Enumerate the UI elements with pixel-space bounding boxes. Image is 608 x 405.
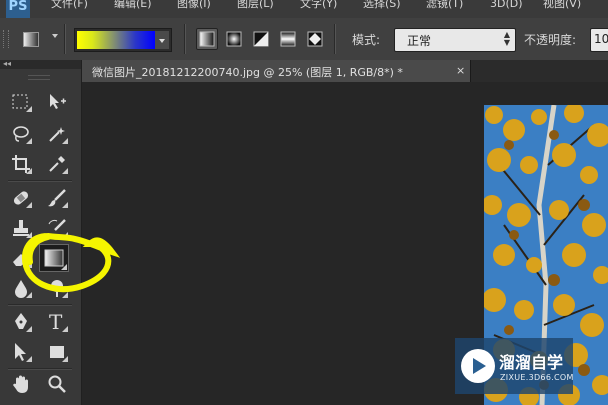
tool-hand[interactable] (8, 372, 34, 396)
tool-blur[interactable] (8, 276, 34, 300)
menu-image[interactable]: 图像(I) (177, 0, 211, 11)
options-divider (334, 24, 336, 54)
gradient-picker[interactable] (74, 28, 172, 52)
tool-lasso[interactable] (8, 122, 34, 146)
menu-view[interactable]: 视图(V) (543, 0, 581, 11)
opacity-input[interactable]: 10 (590, 28, 608, 52)
diamond-gradient-icon (307, 31, 323, 47)
tool-pen[interactable] (8, 310, 34, 334)
gradient-swatch[interactable] (77, 31, 155, 49)
toolbox: ◂◂ T (0, 60, 82, 405)
tool-type[interactable]: T (44, 310, 70, 334)
reflected-gradient-button[interactable] (277, 28, 299, 50)
chevron-down-icon[interactable] (52, 34, 58, 38)
reflected-gradient-icon (280, 31, 296, 47)
tool-path-selection[interactable] (8, 340, 34, 364)
tool-zoom[interactable] (44, 372, 70, 396)
photoshop-logo: PS (6, 0, 30, 18)
hand-icon (13, 375, 28, 393)
menu-edit[interactable]: 编辑(E) (114, 0, 152, 11)
document-tab[interactable]: 微信图片_20181212200740.jpg @ 25% (图层 1, RGB… (82, 60, 471, 82)
document-tab-title: 微信图片_20181212200740.jpg @ 25% (图层 1, RGB… (92, 66, 403, 79)
linear-gradient-button[interactable] (196, 28, 218, 50)
zoom-icon (48, 375, 66, 393)
toolbox-divider (8, 368, 72, 370)
collapse-panel-icon[interactable]: ◂◂ (0, 60, 81, 69)
tool-magic-wand[interactable] (44, 122, 70, 146)
close-icon[interactable]: × (456, 64, 465, 77)
menu-bar: PS 文件(F) 编辑(E) 图像(I) 图层(L) 文字(Y) 选择(S) 滤… (0, 0, 608, 18)
options-divider (64, 24, 66, 54)
type-tool-glyph: T (49, 310, 63, 334)
tool-history-brush[interactable] (44, 216, 70, 240)
toolbox-divider (8, 304, 72, 306)
watermark: 溜溜自学 ZIXUE.3D66.COM (455, 338, 573, 394)
menu-select[interactable]: 选择(S) (363, 0, 401, 11)
menu-layer[interactable]: 图层(L) (237, 0, 274, 11)
tool-crop[interactable] (8, 152, 34, 176)
opacity-value: 10 (594, 32, 608, 46)
tool-spot-healing-brush[interactable] (8, 186, 34, 210)
tool-clone-stamp[interactable] (8, 216, 34, 240)
options-divider (184, 24, 186, 54)
angle-gradient-icon (253, 31, 269, 47)
linear-gradient-icon (199, 31, 215, 47)
gradient-dropdown-button[interactable] (155, 31, 169, 49)
menu-filter[interactable]: 滤镜(T) (426, 0, 463, 11)
tool-gradient[interactable] (39, 244, 69, 272)
tool-eraser[interactable] (8, 246, 34, 270)
mode-label: 模式: (352, 33, 381, 47)
watermark-title: 溜溜自学 (499, 353, 564, 372)
menu-3d[interactable]: 3D(D) (490, 0, 523, 11)
diamond-gradient-button[interactable] (304, 28, 326, 50)
options-bar-gripper[interactable] (3, 30, 9, 48)
tool-eyedropper[interactable] (44, 152, 70, 176)
toolbox-divider (8, 180, 72, 182)
move-icon (50, 94, 66, 109)
menu-file[interactable]: 文件(F) (51, 0, 88, 11)
toolbox-gripper[interactable] (28, 75, 50, 80)
play-logo-icon (461, 349, 495, 383)
radial-gradient-button[interactable] (223, 28, 245, 50)
opacity-label: 不透明度: (524, 33, 577, 47)
tool-move[interactable] (44, 90, 70, 114)
tool-preset-picker[interactable] (17, 28, 45, 50)
tool-brush[interactable] (44, 186, 70, 210)
radial-gradient-icon (226, 31, 242, 47)
updown-arrows-icon: ▲ ▼ (503, 30, 511, 47)
blend-mode-select[interactable]: 正常 ▲ ▼ (394, 28, 516, 52)
watermark-url: ZIXUE.3D66.COM (500, 373, 574, 382)
document-tab-bar: 微信图片_20181212200740.jpg @ 25% (图层 1, RGB… (82, 60, 608, 82)
menu-type[interactable]: 文字(Y) (300, 0, 337, 11)
options-bar: 模式: 正常 ▲ ▼ 不透明度: 10 (0, 18, 608, 61)
tool-rectangle[interactable] (44, 340, 70, 364)
blend-mode-value: 正常 (407, 34, 432, 48)
tool-rectangular-marquee[interactable] (8, 90, 34, 114)
angle-gradient-button[interactable] (250, 28, 272, 50)
gradient-tool-icon (23, 32, 39, 47)
tool-dodge[interactable] (44, 276, 70, 300)
